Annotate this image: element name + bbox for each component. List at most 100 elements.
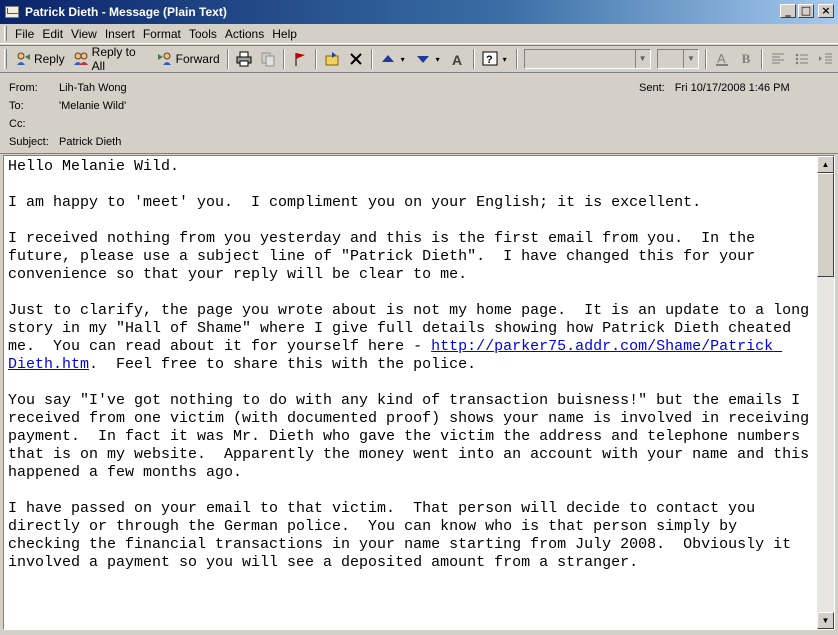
font-color-button: A xyxy=(710,48,734,70)
from-value[interactable]: Lih-Tah Wong xyxy=(59,82,127,100)
menu-format[interactable]: Format xyxy=(139,26,185,42)
copy-button xyxy=(256,48,280,70)
help-question-icon: ? xyxy=(482,51,498,67)
up-arrow-icon xyxy=(380,51,396,67)
subject-label: Subject: xyxy=(9,136,49,148)
toolbar-separator xyxy=(761,49,764,69)
title-bar: Patrick Dieth - Message (Plain Text) _ □… xyxy=(0,0,838,24)
reply-icon xyxy=(15,51,31,67)
close-button[interactable]: × xyxy=(818,4,834,18)
indent-button xyxy=(814,48,838,70)
help-button[interactable]: ? ▾ xyxy=(478,48,513,70)
toolbar-separator xyxy=(282,49,285,69)
scroll-thumb[interactable] xyxy=(817,173,834,277)
next-item-button[interactable]: ▾ xyxy=(411,48,446,70)
menu-file[interactable]: File xyxy=(11,26,38,42)
message-text[interactable]: Hello Melanie Wild. I am happy to 'meet'… xyxy=(8,158,816,572)
chevron-down-icon[interactable]: ▾ xyxy=(501,51,509,67)
paragraph-transaction: You say "I've got nothing to do with any… xyxy=(8,392,819,481)
message-body[interactable]: Hello Melanie Wild. I am happy to 'meet'… xyxy=(3,155,835,630)
menu-tools[interactable]: Tools xyxy=(185,26,221,42)
paragraph-clarify-end: . Feel free to share this with the polic… xyxy=(89,356,477,373)
chevron-down-icon[interactable]: ▾ xyxy=(399,51,407,67)
cc-label: Cc: xyxy=(9,118,26,130)
reply-label: Reply xyxy=(33,52,65,66)
reply-button[interactable]: Reply xyxy=(11,48,69,70)
scroll-down-button[interactable]: ▼ xyxy=(817,612,834,629)
font-color-icon: A xyxy=(714,51,730,67)
svg-text:A: A xyxy=(717,51,726,66)
vertical-scrollbar[interactable]: ▲ ▼ xyxy=(817,156,834,629)
standard-toolbar: Reply Reply to All Forward ▾ ▾ A ? ▾ ▼ ▼… xyxy=(0,45,838,73)
chevron-down-icon[interactable]: ▾ xyxy=(434,51,442,67)
delete-button[interactable] xyxy=(344,48,368,70)
toolbar-separator xyxy=(472,49,475,69)
subject-row: Subject: Patrick Dieth xyxy=(9,136,121,154)
bold-icon: B xyxy=(741,51,751,66)
greeting-paragraph: Hello Melanie Wild. xyxy=(8,158,180,175)
paragraph-victim: I have passed on your email to that vict… xyxy=(8,500,801,571)
move-to-folder-button[interactable] xyxy=(320,48,344,70)
window-title: Patrick Dieth - Message (Plain Text) xyxy=(25,5,227,19)
forward-label: Forward xyxy=(175,52,220,66)
down-arrow-icon xyxy=(415,51,431,67)
font-size-button[interactable]: A xyxy=(446,48,470,70)
delete-x-icon xyxy=(348,51,364,67)
reply-all-label: Reply to All xyxy=(91,45,136,73)
bullet-list-icon xyxy=(794,51,810,67)
to-label: To: xyxy=(9,100,24,112)
svg-text:A: A xyxy=(452,52,462,67)
font-size-combo[interactable]: ▼ xyxy=(656,49,700,69)
message-header: From: Lih-Tah Wong To: 'Melanie Wild' Cc… xyxy=(0,74,838,154)
reply-all-icon xyxy=(73,51,89,67)
cc-row: Cc: xyxy=(9,118,59,136)
menu-help[interactable]: Help xyxy=(268,26,301,42)
font-name-combo[interactable]: ▼ xyxy=(523,49,651,69)
sent-label: Sent: xyxy=(639,82,665,94)
previous-item-button[interactable]: ▾ xyxy=(376,48,411,70)
scroll-up-button[interactable]: ▲ xyxy=(817,156,834,173)
reply-all-button[interactable]: Reply to All xyxy=(69,45,153,73)
align-left-button xyxy=(766,48,790,70)
forward-icon xyxy=(157,51,173,67)
subject-value: Patrick Dieth xyxy=(59,136,122,148)
flag-icon xyxy=(292,51,308,67)
toolbar-separator xyxy=(705,49,708,69)
toolbar-separator xyxy=(314,49,317,69)
toolbar-grip[interactable] xyxy=(4,49,7,69)
indent-icon xyxy=(818,51,834,67)
move-folder-icon xyxy=(324,51,340,67)
toolbar-separator xyxy=(226,49,229,69)
toolbar-separator xyxy=(515,49,518,69)
paragraph-subject-line: I received nothing from you yesterday an… xyxy=(8,230,765,283)
paragraph-intro: I am happy to 'meet' you. I compliment y… xyxy=(8,194,702,211)
font-size-icon: A xyxy=(450,51,466,67)
copy-icon xyxy=(260,51,276,67)
sent-row: Sent: Fri 10/17/2008 1:46 PM xyxy=(639,82,790,94)
to-value[interactable]: 'Melanie Wild' xyxy=(59,100,126,118)
menu-bar: File Edit View Insert Format Tools Actio… xyxy=(0,24,838,44)
bullets-button xyxy=(790,48,814,70)
chevron-down-icon[interactable]: ▼ xyxy=(634,50,650,68)
print-button[interactable] xyxy=(232,48,256,70)
align-left-icon xyxy=(770,51,786,67)
svg-text:?: ? xyxy=(486,54,493,66)
follow-up-flag-button[interactable] xyxy=(288,48,312,70)
menu-insert[interactable]: Insert xyxy=(101,26,139,42)
sent-value: Fri 10/17/2008 1:46 PM xyxy=(674,82,790,94)
menubar-grip[interactable] xyxy=(4,26,7,41)
from-row: From: Lih-Tah Wong xyxy=(9,82,127,100)
to-row: To: 'Melanie Wild' xyxy=(9,100,126,118)
minimize-button[interactable]: _ xyxy=(780,4,796,18)
chevron-down-icon[interactable]: ▼ xyxy=(683,50,698,68)
from-label: From: xyxy=(9,82,38,94)
toolbar-separator xyxy=(370,49,373,69)
printer-icon xyxy=(236,51,252,67)
menu-view[interactable]: View xyxy=(67,26,101,42)
menu-edit[interactable]: Edit xyxy=(38,26,67,42)
maximize-button[interactable]: □ xyxy=(798,4,814,18)
bold-button: B xyxy=(734,48,758,70)
envelope-icon xyxy=(5,6,19,18)
menu-actions[interactable]: Actions xyxy=(221,26,268,42)
forward-button[interactable]: Forward xyxy=(153,48,224,70)
